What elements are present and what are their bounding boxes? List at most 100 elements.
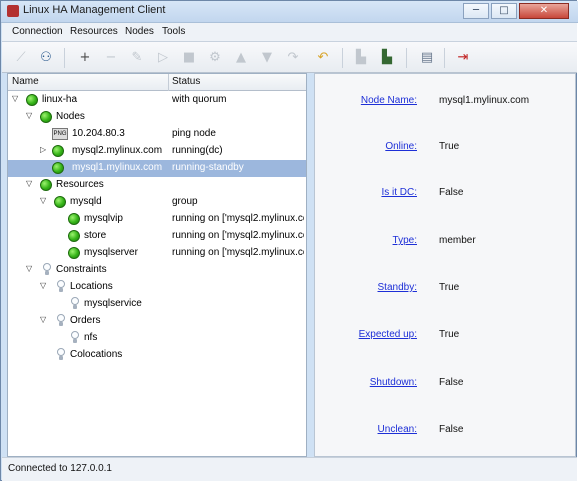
- expanded-arrow-icon[interactable]: ▽: [12, 94, 18, 103]
- move-up-icon[interactable]: ▲: [232, 49, 250, 67]
- detail-value: member: [439, 235, 476, 246]
- tree-row-mysql1-selected[interactable]: mysql1.mylinux.com running-standby: [8, 160, 306, 177]
- detail-standby: Standby: True: [315, 282, 577, 296]
- undo-icon[interactable]: ↶: [314, 49, 332, 67]
- disconnect-icon[interactable]: ⟋: [12, 49, 30, 67]
- expanded-arrow-icon[interactable]: ▽: [40, 281, 46, 290]
- tree-row-label: Nodes: [56, 111, 85, 122]
- online-node-icon: [40, 111, 52, 123]
- detail-key[interactable]: Expected up:: [359, 329, 417, 340]
- tree-row-label: mysqlservice: [84, 298, 142, 309]
- detail-value: mysql1.mylinux.com: [439, 95, 530, 106]
- online-node-icon: [52, 162, 64, 174]
- stop-icon[interactable]: ■: [180, 49, 198, 67]
- details-panel: Node Name: mysql1.mylinux.com Online: Tr…: [314, 73, 576, 457]
- toolbar-separator: [64, 48, 65, 68]
- online-node-icon: [54, 196, 66, 208]
- status-column-header[interactable]: Status: [172, 76, 200, 87]
- tree-row-label: Locations: [70, 281, 113, 292]
- tree-row-linux-ha[interactable]: ▽ linux-ha with quorum: [8, 92, 306, 109]
- tree-row-label: mysqlserver: [84, 247, 138, 258]
- detail-key[interactable]: Shutdown:: [370, 377, 417, 388]
- tree-row-constraints[interactable]: ▽ Constraints: [8, 262, 306, 279]
- expanded-arrow-icon[interactable]: ▽: [40, 196, 46, 205]
- status-text: Connected to 127.0.0.1: [8, 463, 112, 474]
- detail-key[interactable]: Node Name:: [361, 95, 417, 106]
- tree-row-status: running on ['mysql2.mylinux.com']: [172, 247, 304, 258]
- detail-shutdown: Shutdown: False: [315, 377, 577, 391]
- tree-row-nodes[interactable]: ▽ Nodes: [8, 109, 306, 126]
- tree-row-ping-node[interactable]: PNG 10.204.80.3 ping node: [8, 126, 306, 143]
- bulb-icon: [56, 280, 66, 294]
- tree-row-status: running on ['mysql2.mylinux.com']: [172, 230, 304, 241]
- tree-row-orders[interactable]: ▽ Orders: [8, 313, 306, 330]
- bulb-icon: [56, 314, 66, 328]
- menu-resources[interactable]: Resources: [70, 26, 118, 37]
- detail-key[interactable]: Online:: [385, 141, 417, 152]
- tree-row-status: running on ['mysql2.mylinux.com']: [172, 213, 304, 224]
- toolbar-separator: [342, 48, 343, 68]
- detail-key[interactable]: Is it DC:: [381, 187, 417, 198]
- detail-key[interactable]: Type:: [393, 235, 417, 246]
- remove-icon[interactable]: −: [102, 49, 120, 67]
- menu-nodes[interactable]: Nodes: [125, 26, 154, 37]
- detail-expected-up: Expected up: True: [315, 329, 577, 343]
- migrate-icon[interactable]: ↷: [284, 49, 302, 67]
- app-window: Linux HA Management Client ─ □ ✕ Connect…: [0, 0, 578, 481]
- title-bar: Linux HA Management Client ─ □ ✕: [1, 1, 578, 23]
- close-button[interactable]: ✕: [519, 3, 569, 19]
- move-down-icon[interactable]: ▼: [258, 49, 276, 67]
- maximize-button[interactable]: □: [491, 3, 517, 19]
- bulb-icon: [56, 348, 66, 362]
- tree-row-status: with quorum: [172, 94, 227, 105]
- add-icon[interactable]: +: [76, 49, 94, 67]
- tree-header: Name Status: [8, 74, 306, 91]
- expanded-arrow-icon[interactable]: ▽: [26, 264, 32, 273]
- tree-row-mysql2[interactable]: ▷ mysql2.mylinux.com running(dc): [8, 143, 306, 160]
- tree-row-store[interactable]: store running on ['mysql2.mylinux.com']: [8, 228, 306, 245]
- tree-row-label: mysqld: [70, 196, 102, 207]
- expanded-arrow-icon[interactable]: ▽: [26, 111, 32, 120]
- tree-row-label: mysql1.mylinux.com: [72, 162, 163, 173]
- tree-row-mysqlserver[interactable]: mysqlserver running on ['mysql2.mylinux.…: [8, 245, 306, 262]
- expanded-arrow-icon[interactable]: ▽: [26, 179, 32, 188]
- menu-bar: Connection Resources Nodes Tools: [2, 23, 577, 42]
- toolbar: ⟋ ⚇ + − ✎ ▷ ■ ⚙ ▲ ▼ ↷ ↶ ▙ ▙ ▤ ⇥: [2, 42, 577, 73]
- tree-row-mysqld[interactable]: ▽ mysqld group: [8, 194, 306, 211]
- view-icon[interactable]: ▤: [418, 49, 436, 67]
- detail-key[interactable]: Unclean:: [378, 424, 417, 435]
- collapsed-arrow-icon[interactable]: ▷: [40, 145, 46, 154]
- name-column-header[interactable]: Name: [12, 76, 39, 87]
- detail-value: True: [439, 141, 460, 152]
- online-resource-icon: [68, 213, 80, 225]
- detail-key[interactable]: Standby:: [378, 282, 417, 293]
- split-pane-divider[interactable]: [307, 73, 311, 457]
- tree-row-label: Colocations: [70, 349, 123, 360]
- cleanup-icon[interactable]: ✎: [128, 49, 146, 67]
- active-icon[interactable]: ▙: [378, 49, 396, 67]
- bulb-icon: [70, 297, 80, 311]
- detail-unclean: Unclean: False: [315, 424, 577, 438]
- detail-value: False: [439, 424, 464, 435]
- tree-row-locations[interactable]: ▽ Locations: [8, 279, 306, 296]
- menu-connection[interactable]: Connection: [12, 26, 63, 37]
- tree-row-mysqlvip[interactable]: mysqlvip running on ['mysql2.mylinux.com…: [8, 211, 306, 228]
- tree-row-status: ping node: [172, 128, 216, 139]
- menu-tools[interactable]: Tools: [162, 26, 185, 37]
- settings-icon[interactable]: ⚙: [206, 49, 224, 67]
- expanded-arrow-icon[interactable]: ▽: [40, 315, 46, 324]
- tree-row-mysqlservice[interactable]: mysqlservice: [8, 296, 306, 313]
- tree-row-label: store: [84, 230, 107, 241]
- exit-icon[interactable]: ⇥: [454, 49, 472, 67]
- minimize-button[interactable]: ─: [463, 3, 489, 19]
- standby-icon[interactable]: ▙: [352, 49, 370, 67]
- tree-row-nfs[interactable]: nfs: [8, 330, 306, 347]
- tree-row-status: running(dc): [172, 145, 223, 156]
- detail-value: True: [439, 282, 460, 293]
- tree-row-resources[interactable]: ▽ Resources: [8, 177, 306, 194]
- tree-row-colocations[interactable]: Colocations: [8, 347, 306, 364]
- connect-icon[interactable]: ⚇: [37, 49, 55, 67]
- tree-row-label: nfs: [84, 332, 98, 343]
- start-icon[interactable]: ▷: [154, 49, 172, 67]
- resource-tree: Name Status ▽ linux-ha with quorum ▽ Nod…: [7, 73, 307, 457]
